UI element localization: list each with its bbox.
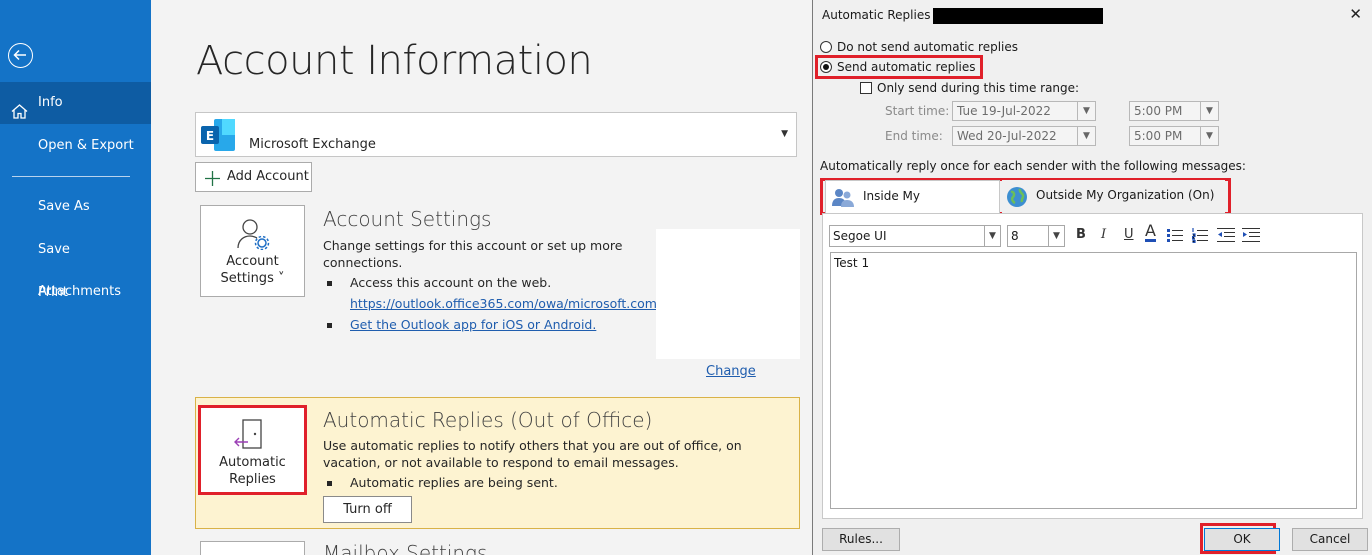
nav-divider [12, 176, 130, 177]
end-time-value: 5:00 PM [1134, 129, 1183, 143]
plus-icon [205, 169, 220, 197]
close-icon[interactable]: ✕ [1349, 5, 1362, 23]
tile-label: Settings ˅ [220, 271, 285, 286]
nav-item-label: Info [38, 95, 63, 110]
change-photo-link[interactable]: Change [706, 364, 756, 379]
cancel-button[interactable]: Cancel [1292, 528, 1368, 551]
page-title: Account Information [196, 38, 593, 84]
chevron-down-icon: ▼ [984, 226, 1000, 246]
chevron-down-icon: ▼ [1200, 127, 1218, 145]
mailbox-settings-title: Mailbox Settings [323, 541, 488, 555]
add-account-button[interactable]: Add Account [195, 162, 312, 192]
tile-label: Automatic [219, 455, 286, 470]
automatic-replies-title: Automatic Replies (Out of Office) [323, 408, 653, 432]
tile-label: Account [226, 254, 279, 269]
message-tabs: Inside My Organization Outside My Organi… [820, 178, 1231, 234]
font-value: Segoe UI [833, 229, 887, 243]
auto-replies-status: Automatic replies are being sent. [327, 475, 558, 490]
font-color-button[interactable]: A [1145, 223, 1156, 242]
nav-item-label: Save As [38, 199, 90, 214]
font-select[interactable]: Segoe UI ▼ [829, 225, 1001, 247]
font-size-select[interactable]: 8 ▼ [1007, 225, 1065, 247]
tab-inside-organization[interactable]: Inside My Organization [825, 180, 1000, 234]
radio-label-do-not-send: Do not send automatic replies [837, 40, 1019, 54]
chevron-down-icon: ▼ [1077, 102, 1095, 120]
bold-button[interactable]: B [1076, 227, 1086, 242]
message-body[interactable]: Test 1 [830, 252, 1357, 509]
backstage-nav: Info Open & Export Save As Save Attachme… [0, 0, 151, 555]
ok-button[interactable]: OK [1204, 528, 1280, 551]
underline-button[interactable]: U [1124, 227, 1134, 242]
out-of-office-icon [234, 418, 264, 456]
tab-outside-organization[interactable]: Outside My Organization (On) [1002, 180, 1225, 213]
tile-label: Replies [229, 472, 276, 487]
automatic-replies-dialog: Automatic Replies - ✕ Do not send automa… [812, 0, 1372, 555]
decrease-indent-icon[interactable] [1217, 227, 1235, 247]
account-selector[interactable]: E Microsoft Exchange ▼ [195, 112, 797, 157]
redacted-account-name [933, 8, 1103, 24]
nav-item-save-as[interactable]: Save As [0, 186, 151, 228]
start-time-label: Start time: [885, 104, 950, 118]
time-range-label: Only send during this time range: [877, 81, 1080, 95]
owa-link[interactable]: https://outlook.office365.com/owa/micros… [350, 295, 661, 312]
dialog-title: Automatic Replies - [822, 8, 939, 22]
bullet-access-web: Access this account on the web. [326, 275, 552, 290]
dropdown-caret-icon: ▼ [781, 129, 788, 139]
radio-send-replies[interactable] [820, 61, 832, 73]
end-time-label: End time: [885, 129, 943, 143]
account-name: Microsoft Exchange [249, 137, 376, 152]
radio-label-send-replies: Send automatic replies [837, 60, 976, 74]
start-date-picker[interactable]: Tue 19-Jul-2022 ▼ [952, 101, 1096, 121]
nav-item-save-attachments[interactable]: Save Attachments [0, 229, 151, 299]
start-time-value: 5:00 PM [1134, 104, 1183, 118]
back-arrow-icon[interactable] [8, 43, 33, 68]
add-account-label: Add Account [227, 169, 309, 184]
profile-photo [656, 229, 800, 359]
chevron-down-icon: ▼ [1200, 102, 1218, 120]
exchange-logo-icon: E [200, 118, 236, 152]
automatic-replies-tile[interactable]: Automatic Replies [198, 405, 307, 495]
time-range-checkbox[interactable] [860, 82, 872, 94]
nav-item-info[interactable]: Info [0, 82, 151, 124]
end-date-picker[interactable]: Wed 20-Jul-2022 ▼ [952, 126, 1096, 146]
start-date-value: Tue 19-Jul-2022 [957, 104, 1051, 118]
nav-item-open-export[interactable]: Open & Export [0, 125, 151, 167]
chevron-down-icon: ▼ [1077, 127, 1095, 145]
chevron-down-icon: ▼ [1048, 226, 1064, 246]
bullets-icon[interactable] [1167, 227, 1183, 247]
account-settings-tile[interactable]: Account Settings ˅ [200, 205, 305, 297]
increase-indent-icon[interactable] [1242, 227, 1260, 247]
message-text: Test 1 [834, 256, 870, 270]
italic-button[interactable]: I [1101, 227, 1106, 242]
radio-do-not-send[interactable] [820, 41, 832, 53]
start-time-select[interactable]: 5:00 PM ▼ [1129, 101, 1219, 121]
user-settings-icon [236, 218, 272, 254]
outlook-app-link[interactable]: Get the Outlook app for iOS or Android. [326, 317, 596, 332]
nav-item-label: Open & Export [38, 138, 134, 153]
account-settings-description: Change settings for this account or set … [323, 238, 623, 270]
font-size-value: 8 [1011, 229, 1019, 243]
end-time-select[interactable]: 5:00 PM ▼ [1129, 126, 1219, 146]
message-editor: Segoe UI ▼ 8 ▼ B I U A Test 1 [822, 213, 1363, 519]
nav-item-print[interactable]: Print [0, 272, 151, 314]
automatic-replies-description: Use automatic replies to notify others t… [323, 438, 742, 470]
rules-button[interactable]: Rules... [822, 528, 900, 551]
account-settings-title: Account Settings [323, 207, 492, 231]
reply-once-label: Automatically reply once for each sender… [820, 159, 1246, 173]
svg-text:E: E [206, 129, 214, 143]
numbering-icon[interactable] [1191, 227, 1208, 247]
nav-item-label: Print [38, 285, 68, 300]
mailbox-settings-tile[interactable] [200, 541, 305, 555]
turn-off-button[interactable]: Turn off [323, 496, 412, 523]
end-date-value: Wed 20-Jul-2022 [957, 129, 1057, 143]
tab-label: Outside My Organization (On) [1036, 188, 1215, 202]
